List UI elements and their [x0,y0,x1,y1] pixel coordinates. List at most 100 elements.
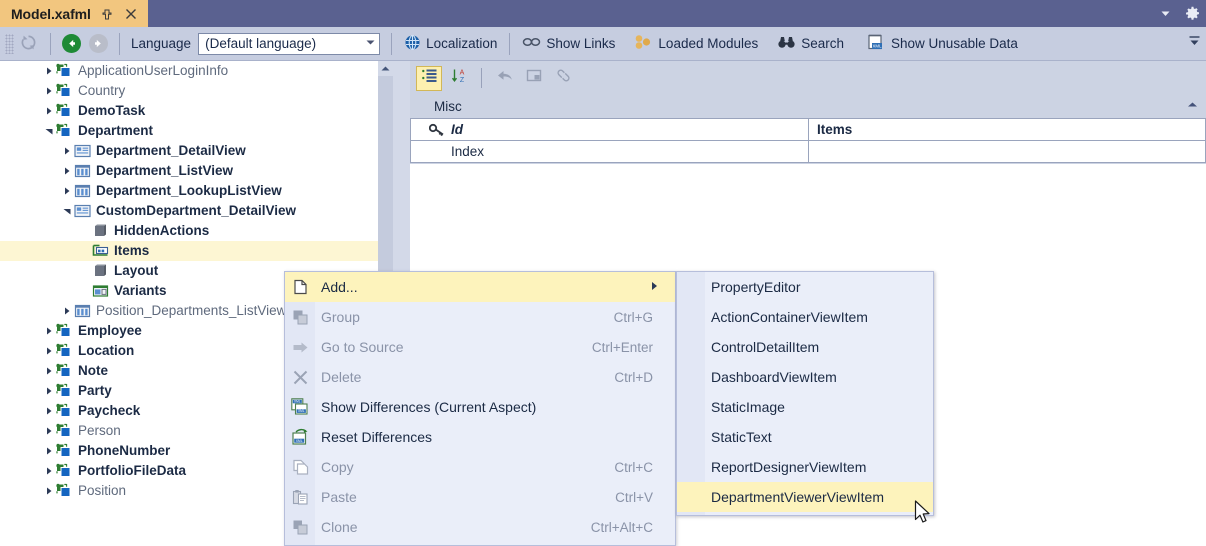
tree-node-department-detailview[interactable]: Department_DetailView [0,141,378,161]
table-row[interactable]: Id Items [410,118,1206,141]
gear-icon[interactable] [1185,6,1200,21]
property-category-misc[interactable]: Misc [410,95,1206,118]
tree-node-label: DemoTask [78,103,146,118]
menu-item-label: Show Differences (Current Aspect) [321,399,537,415]
property-toolbar-separator [481,68,482,88]
tree-node-label: Position [78,483,127,498]
chevron-collapsed-icon[interactable] [60,306,74,316]
chevron-collapsed-icon[interactable] [42,386,56,396]
tree-node-country[interactable]: Country [0,81,378,101]
link-button[interactable] [551,66,577,91]
chevron-collapsed-icon[interactable] [60,186,74,196]
collapse-chevron-icon[interactable] [1187,101,1198,110]
tree-node-department[interactable]: Department [0,121,378,141]
listview-icon [74,303,92,319]
show-links-button[interactable]: Show Links [517,30,620,58]
menu-item-show-differences-current-aspect[interactable]: XML XML Show Differences (Current Aspect) [285,392,675,422]
submenu-item-reportdesignerviewitem[interactable]: ReportDesignerViewItem [677,452,933,482]
property-name-cell[interactable]: Index [410,140,808,163]
document-tab-model-xafml[interactable]: Model.xafml [0,0,148,27]
table-row[interactable]: Index [410,140,1206,163]
loaded-modules-label: Loaded Modules [658,36,759,51]
context-menu[interactable]: Add... Group Ctrl+G Go to Source Ctrl+Enter D… [284,271,676,546]
globe-icon [404,34,421,54]
menu-item-label: Clone [321,519,358,535]
pin-icon[interactable] [100,5,115,22]
toolbar-overflow-icon[interactable] [1188,34,1201,48]
chevron-collapsed-icon[interactable] [42,366,56,376]
property-value-cell[interactable] [808,140,1206,163]
class-icon [56,423,74,439]
tree-node-customdepartment-detailview[interactable]: CustomDepartment_DetailView [0,201,378,221]
refresh-button[interactable] [14,30,43,58]
tree-node-hiddenactions[interactable]: HiddenActions [0,221,378,241]
group-button[interactable] [521,66,547,91]
tree-node-label: Location [78,343,135,358]
node-icon [92,263,110,279]
chevron-collapsed-icon[interactable] [42,466,56,476]
scroll-up-icon[interactable] [378,61,393,76]
chevron-collapsed-icon[interactable] [42,86,56,96]
show-unusable-data-button[interactable]: XML Show Unusable Data [862,30,1023,58]
chevron-collapsed-icon[interactable] [42,406,56,416]
tree-node-items[interactable]: Items [0,241,378,261]
categorized-view-button[interactable] [416,65,442,91]
chevron-collapsed-icon[interactable] [42,426,56,436]
chevron-collapsed-icon[interactable] [42,446,56,456]
tree-node-department-lookuplistview[interactable]: Department_LookupListView [0,181,378,201]
menu-item-add[interactable]: Add... [285,272,675,302]
toolbar-separator [509,32,511,55]
chevron-collapsed-icon[interactable] [42,106,56,116]
submenu-item-staticimage[interactable]: StaticImage [677,392,933,422]
close-icon[interactable] [124,5,139,22]
submenu-item-propertyeditor[interactable]: PropertyEditor [677,272,933,302]
property-name-cell[interactable]: Id [410,118,808,141]
chevron-collapsed-icon[interactable] [42,66,56,76]
property-name-label: Id [451,122,463,137]
class-icon [56,483,74,499]
class-icon [56,463,74,479]
tree-node-department-listview[interactable]: Department_ListView [0,161,378,181]
navigate-back-button[interactable] [58,30,85,58]
class-icon [56,343,74,359]
modules-icon [634,34,653,53]
menu-item-shortcut: Ctrl+V [615,489,653,505]
chevron-collapsed-icon[interactable] [60,166,74,176]
chevron-collapsed-icon[interactable] [42,486,56,496]
chevron-expanded-icon[interactable] [60,206,74,216]
tree-node-demotask[interactable]: DemoTask [0,101,378,121]
reset-differences-button[interactable] [491,66,517,91]
tree-node-label: Paycheck [78,403,141,418]
chevron-expanded-icon[interactable] [42,126,56,136]
chevron-collapsed-icon[interactable] [42,326,56,336]
language-combobox[interactable]: (Default language) [198,32,381,55]
tree-node-label: ApplicationUserLoginInfo [78,63,229,78]
drag-grip[interactable] [5,33,14,54]
tree-node-applicationuserlogininfo[interactable]: ApplicationUserLoginInfo [0,61,378,81]
class-icon [56,83,74,99]
chevron-collapsed-icon[interactable] [60,146,74,156]
localization-button[interactable]: Localization [399,30,502,58]
chevron-collapsed-icon[interactable] [42,346,56,356]
navigate-forward-button[interactable] [85,30,112,58]
svg-text:Z: Z [459,77,464,84]
submenu-items: PropertyEditor ActionContainerViewItem Con… [677,272,933,512]
property-value-cell[interactable]: Items [808,118,1206,141]
menu-item-copy: Copy Ctrl+C [285,452,675,482]
submenu-item-departmentviewerviewitem[interactable]: DepartmentViewerViewItem [677,482,933,512]
submenu-item-controldetailitem[interactable]: ControlDetailItem [677,332,933,362]
menu-item-reset-differences[interactable]: XML Reset Differences [285,422,675,452]
submenu-item-actioncontainerviewitem[interactable]: ActionContainerViewItem [677,302,933,332]
language-value: (Default language) [205,36,317,51]
key-icon [428,123,445,140]
submenu-item-dashboardviewitem[interactable]: DashboardViewItem [677,362,933,392]
submenu-item-statictext[interactable]: StaticText [677,422,933,452]
search-button[interactable]: Search [772,30,849,58]
toolbar-separator [50,32,51,55]
chevron-down-icon[interactable] [1159,7,1172,20]
menu-item-label: Reset Differences [321,429,433,445]
loaded-modules-button[interactable]: Loaded Modules [629,30,763,58]
tree-node-label: CustomDepartment_DetailView [96,203,297,218]
add-submenu[interactable]: PropertyEditor ActionContainerViewItem Con… [676,271,934,516]
alphabetical-sort-button[interactable]: A Z [446,66,472,91]
